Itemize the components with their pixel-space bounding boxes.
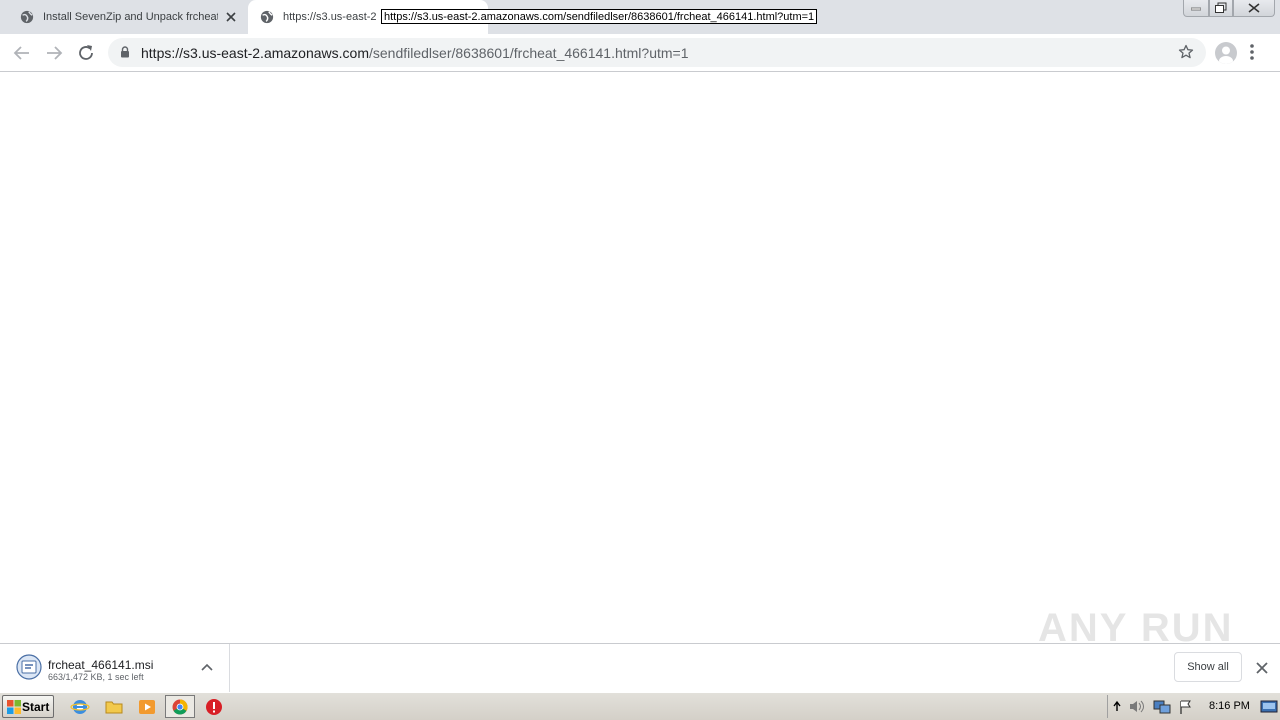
show-hidden-icons-icon[interactable]: [1112, 700, 1122, 712]
close-icon: [1248, 3, 1260, 13]
minimize-icon: [1191, 7, 1201, 11]
show-all-button[interactable]: Show all: [1174, 652, 1242, 682]
show-desktop-icon[interactable]: [1260, 700, 1278, 713]
windows-logo-icon: [7, 700, 21, 714]
close-icon[interactable]: [1255, 661, 1269, 675]
system-tray: [1107, 695, 1280, 718]
flag-icon[interactable]: [1178, 699, 1194, 715]
forward-icon[interactable]: [43, 42, 65, 64]
menu-icon[interactable]: [1249, 42, 1255, 62]
volume-icon[interactable]: [1128, 699, 1146, 714]
download-filename: frcheat_466141.msi: [48, 658, 154, 672]
clock: 8:16 PM: [1209, 700, 1250, 712]
back-icon[interactable]: [11, 42, 33, 64]
download-status: 663/1,472 KB, 1 sec left: [48, 672, 144, 682]
opera-icon[interactable]: [204, 697, 224, 717]
taskbar-chrome-button[interactable]: [165, 695, 195, 718]
tab-install-sevenzip[interactable]: Install SevenZip and Unpack frcheat_4661…: [8, 0, 248, 34]
tab-title: Install SevenZip and Unpack frcheat_4661…: [43, 11, 218, 23]
window-close-button[interactable]: [1233, 0, 1275, 17]
address-text[interactable]: https://s3.us-east-2.amazonaws.com/sendf…: [141, 45, 689, 61]
page-content: [0, 72, 1280, 643]
address-bar[interactable]: https://s3.us-east-2.amazonaws.com/sendf…: [108, 38, 1206, 67]
start-label: Start: [22, 700, 50, 714]
folder-icon[interactable]: [104, 697, 124, 717]
globe-icon: [20, 10, 34, 24]
lock-icon[interactable]: [120, 46, 130, 58]
start-button[interactable]: Start: [2, 695, 54, 718]
chrome-icon: [172, 699, 188, 715]
download-item[interactable]: frcheat_466141.msi 663/1,472 KB, 1 sec l…: [0, 644, 230, 692]
restore-icon: [1215, 2, 1227, 13]
avatar-icon[interactable]: [1215, 42, 1237, 64]
close-icon[interactable]: [224, 10, 238, 24]
window-restore-button[interactable]: [1209, 0, 1233, 17]
internet-explorer-icon[interactable]: [70, 697, 90, 717]
window-minimize-button[interactable]: [1183, 0, 1209, 17]
browser-toolbar: https://s3.us-east-2.amazonaws.com/sendf…: [0, 34, 1280, 72]
globe-icon: [260, 10, 274, 24]
url-path: /sendfiledlser/8638601/frcheat_466141.ht…: [369, 45, 689, 61]
person-icon: [1219, 46, 1233, 64]
reload-icon[interactable]: [75, 42, 97, 64]
url-tooltip: https://s3.us-east-2.amazonaws.com/sendf…: [381, 9, 818, 24]
taskbar: Start 8:16 PM: [0, 692, 1280, 720]
media-player-icon[interactable]: [137, 697, 157, 717]
url-host: https://s3.us-east-2.amazonaws.com: [141, 45, 369, 61]
tab-strip: Install SevenZip and Unpack frcheat_4661…: [0, 0, 1280, 34]
star-icon[interactable]: [1178, 44, 1194, 60]
msi-file-icon: [16, 654, 42, 680]
chevron-up-icon[interactable]: [200, 662, 214, 672]
download-bar: frcheat_466141.msi 663/1,472 KB, 1 sec l…: [0, 643, 1280, 692]
network-icon[interactable]: [1153, 699, 1171, 715]
